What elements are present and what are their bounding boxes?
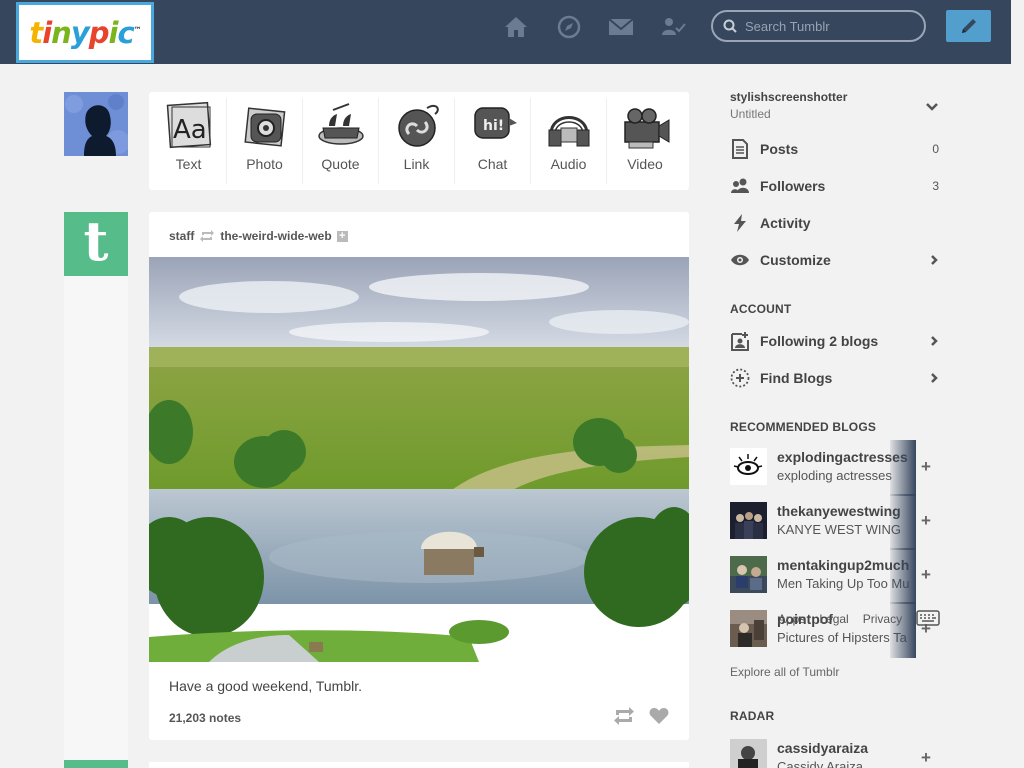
- blog-title: Cassidy Araiza: [777, 759, 863, 768]
- mail-icon[interactable]: [608, 15, 634, 39]
- sidebar-item-label: Following 2 blogs: [760, 333, 879, 349]
- avatar-silhouette-icon: [64, 92, 128, 156]
- explore-link[interactable]: Explore all of Tumblr: [730, 665, 839, 679]
- post-type-link-button[interactable]: Link: [379, 98, 455, 184]
- svg-text:Aa: Aa: [173, 115, 207, 145]
- dashboard-post: staff the-weird-wide-web + Have a good w…: [149, 212, 689, 740]
- radar-section-title: RADAR: [730, 709, 775, 723]
- sidebar-item-find-blogs[interactable]: Find Blogs: [730, 367, 941, 389]
- logo-text: tinypic™: [29, 15, 141, 50]
- sidebar-item-label: Find Blogs: [760, 370, 833, 386]
- post-header: staff the-weird-wide-web +: [169, 228, 348, 244]
- sidebar-item-customize[interactable]: Customize: [730, 249, 941, 271]
- footer-link-apps[interactable]: Apps: [778, 612, 805, 626]
- follow-blog-button[interactable]: +: [921, 512, 931, 529]
- sidebar-item-label: Followers: [760, 178, 826, 194]
- staff-avatar[interactable]: t: [64, 212, 128, 276]
- pencil-icon: [961, 19, 976, 33]
- users-icon: [731, 178, 749, 193]
- chat-icon: hi!: [473, 107, 517, 139]
- sidebar-item-label: Customize: [760, 252, 831, 268]
- chevron-right-icon: [931, 255, 938, 265]
- sidebar-item-followers[interactable]: Followers 3: [730, 175, 941, 197]
- home-icon[interactable]: [503, 15, 529, 39]
- next-post: [149, 762, 689, 768]
- reblog-icon[interactable]: [613, 707, 635, 725]
- compass-icon[interactable]: [556, 15, 582, 39]
- blog-name: cassidyaraiza: [777, 740, 869, 756]
- heart-icon[interactable]: [649, 707, 669, 725]
- posts-count: 0: [932, 142, 939, 156]
- footer-link-privacy[interactable]: Privacy: [863, 612, 902, 626]
- post-author-link[interactable]: staff: [169, 229, 194, 243]
- lightning-icon: [734, 214, 746, 232]
- post-type-chat-button[interactable]: hi! Chat: [455, 98, 531, 184]
- chevron-down-icon[interactable]: [925, 100, 939, 114]
- post-type-video-button[interactable]: Video: [607, 98, 683, 184]
- post-type-text-button[interactable]: Aa Text: [151, 98, 227, 184]
- follow-blog-button[interactable]: +: [921, 458, 931, 475]
- logo[interactable]: tinypic™: [16, 2, 154, 63]
- sidebar-item-label: Activity: [760, 215, 811, 231]
- sidebar-item-posts[interactable]: Posts 0: [730, 138, 941, 160]
- follow-button[interactable]: +: [336, 230, 348, 242]
- document-icon: [732, 139, 748, 159]
- svg-text:hi!: hi!: [483, 118, 504, 134]
- avatar-column-strip: [64, 276, 128, 768]
- followers-count: 3: [932, 179, 939, 193]
- recommended-blog-item[interactable]: thekanyewestwing KANYE WEST WING +: [730, 494, 941, 550]
- headphones-icon: [548, 116, 589, 147]
- search-input[interactable]: [745, 18, 915, 34]
- top-navigation-bar: tinypic™: [0, 0, 1011, 64]
- sidebar-item-label: Posts: [760, 141, 799, 157]
- recommended-blog-item[interactable]: explodingactresses exploding actresses +: [730, 440, 941, 496]
- sidebar-item-activity[interactable]: Activity: [730, 212, 941, 234]
- post-photo[interactable]: [149, 257, 689, 662]
- find-blogs-icon: [730, 368, 750, 388]
- recommended-section-title: RECOMMENDED BLOGS: [730, 420, 877, 434]
- sidebar-blog-subtitle: Untitled: [730, 107, 771, 121]
- quote-icon: [317, 103, 364, 145]
- chevron-right-icon: [931, 373, 938, 383]
- add-person-icon: [731, 332, 749, 351]
- link-icon: [397, 104, 439, 147]
- keyboard-shortcuts-icon[interactable]: [916, 610, 940, 626]
- activity-user-icon[interactable]: [661, 15, 687, 39]
- reblogged-from-link[interactable]: the-weird-wide-web: [220, 229, 331, 243]
- blog-avatar: [730, 739, 767, 768]
- blog-avatar: [730, 556, 767, 593]
- post-actions: [613, 707, 669, 725]
- reblog-small-icon: [200, 230, 215, 242]
- eye-icon: [731, 254, 749, 266]
- compose-button[interactable]: [946, 10, 991, 42]
- post-notes-count[interactable]: 21,203 notes: [169, 711, 241, 725]
- camera-icon: [243, 107, 285, 147]
- user-avatar[interactable]: [64, 92, 128, 156]
- blog-avatar: [730, 502, 767, 539]
- footer-link-legal[interactable]: Legal: [819, 612, 848, 626]
- post-type-bar: Aa Text Photo Quote Link hi! Chat Audio …: [149, 92, 689, 190]
- blog-avatar: [730, 448, 767, 485]
- footer-links: Apps Legal Privacy: [778, 612, 902, 626]
- post-caption: Have a good weekend, Tumblr.: [169, 678, 363, 694]
- follow-blog-button[interactable]: +: [921, 749, 931, 766]
- recommended-blog-item[interactable]: mentakingup2much Men Taking Up Too Mu +: [730, 548, 941, 604]
- sidebar-blog-name[interactable]: stylishscreenshotter: [730, 90, 847, 104]
- text-icon: Aa: [166, 101, 211, 149]
- account-section-title: ACCOUNT: [730, 302, 792, 316]
- video-camera-icon: [624, 108, 670, 149]
- next-post-avatar[interactable]: [64, 760, 128, 768]
- landscape-photo: [149, 257, 689, 662]
- sidebar-item-following[interactable]: Following 2 blogs: [730, 330, 941, 352]
- blog-avatar: [730, 610, 767, 647]
- chevron-right-icon: [931, 336, 938, 346]
- search-icon: [723, 19, 737, 33]
- follow-blog-button[interactable]: +: [921, 566, 931, 583]
- post-type-audio-button[interactable]: Audio: [531, 98, 607, 184]
- radar-blog-item[interactable]: cassidyaraiza Cassidy Araiza +: [730, 739, 941, 768]
- post-type-photo-button[interactable]: Photo: [227, 98, 303, 184]
- post-type-quote-button[interactable]: Quote: [303, 98, 379, 184]
- search-box[interactable]: [711, 10, 926, 42]
